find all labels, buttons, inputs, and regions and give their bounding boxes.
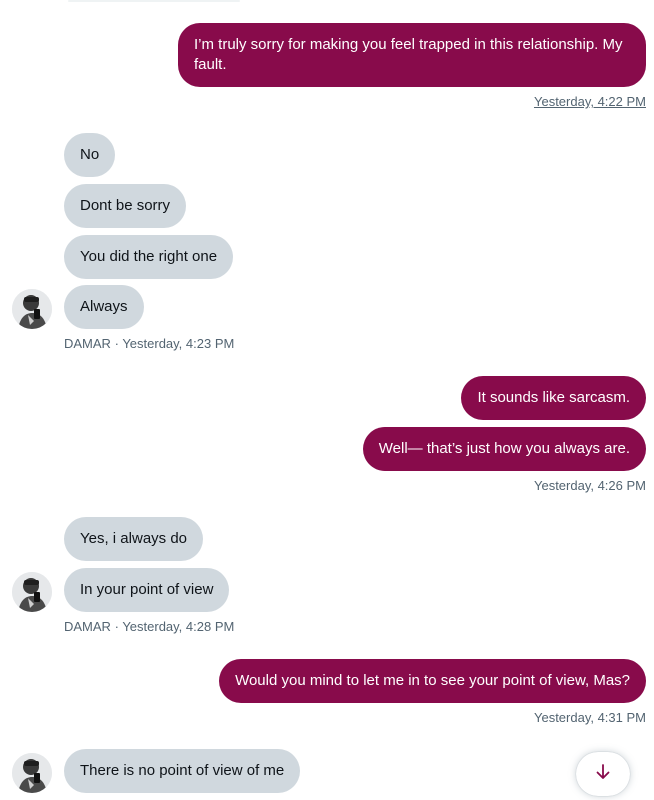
sender-name[interactable]: DAMAR (64, 336, 111, 351)
outgoing-message[interactable]: Would you mind to let me in to see your … (219, 659, 646, 703)
avatar[interactable] (12, 572, 52, 612)
message-text: No (80, 146, 100, 163)
message-text: You did the right one (80, 248, 218, 265)
incoming-message[interactable]: In your point of view (64, 568, 230, 612)
scroll-edge-divider (68, 0, 240, 2)
message-timestamp[interactable]: Yesterday, 4:22 PM (534, 94, 646, 110)
outgoing-message[interactable]: It sounds like sarcasm. (461, 376, 646, 420)
message-text: Would you mind to let me in to see your … (235, 672, 630, 689)
message-text: In your point of view (80, 581, 214, 598)
message-timestamp[interactable]: Yesterday, 4:26 PM (534, 478, 646, 494)
arrow-down-icon (594, 763, 612, 786)
message-meta: DAMAR · Yesterday, 4:28 PM (64, 619, 234, 635)
message-timestamp[interactable]: Yesterday, 4:31 PM (534, 710, 646, 726)
message-text: Well— that’s just how you always are. (378, 440, 630, 457)
message-timestamp: Yesterday, 4:28 PM (122, 619, 235, 634)
outgoing-message[interactable]: I’m truly sorry for making you feel trap… (178, 23, 646, 87)
incoming-message[interactable]: You did the right one (64, 235, 234, 279)
incoming-message[interactable]: Yes, i always do (64, 517, 204, 561)
incoming-message[interactable]: Dont be sorry (64, 184, 187, 228)
outgoing-message[interactable]: Well— that’s just how you always are. (362, 427, 646, 471)
avatar[interactable] (12, 753, 52, 793)
message-text: Yes, i always do (80, 530, 188, 547)
message-text: It sounds like sarcasm. (477, 389, 630, 406)
meta-separator: · (114, 336, 119, 351)
message-text: I’m truly sorry for making you feel trap… (194, 36, 623, 73)
avatar[interactable] (12, 289, 52, 329)
incoming-message[interactable]: Always (64, 285, 144, 329)
message-text: Dont be sorry (80, 197, 171, 214)
message-timestamp: Yesterday, 4:23 PM (122, 336, 235, 351)
message-meta: DAMAR · Yesterday, 4:23 PM (64, 336, 234, 352)
message-text: There is no point of view of me (80, 762, 285, 779)
scroll-to-bottom-button[interactable] (576, 752, 630, 796)
sender-name[interactable]: DAMAR (64, 619, 111, 634)
meta-separator: · (114, 619, 119, 634)
message-text: Always (80, 298, 128, 315)
incoming-message[interactable]: There is no point of view of me (64, 749, 301, 793)
incoming-message[interactable]: No (64, 133, 116, 177)
